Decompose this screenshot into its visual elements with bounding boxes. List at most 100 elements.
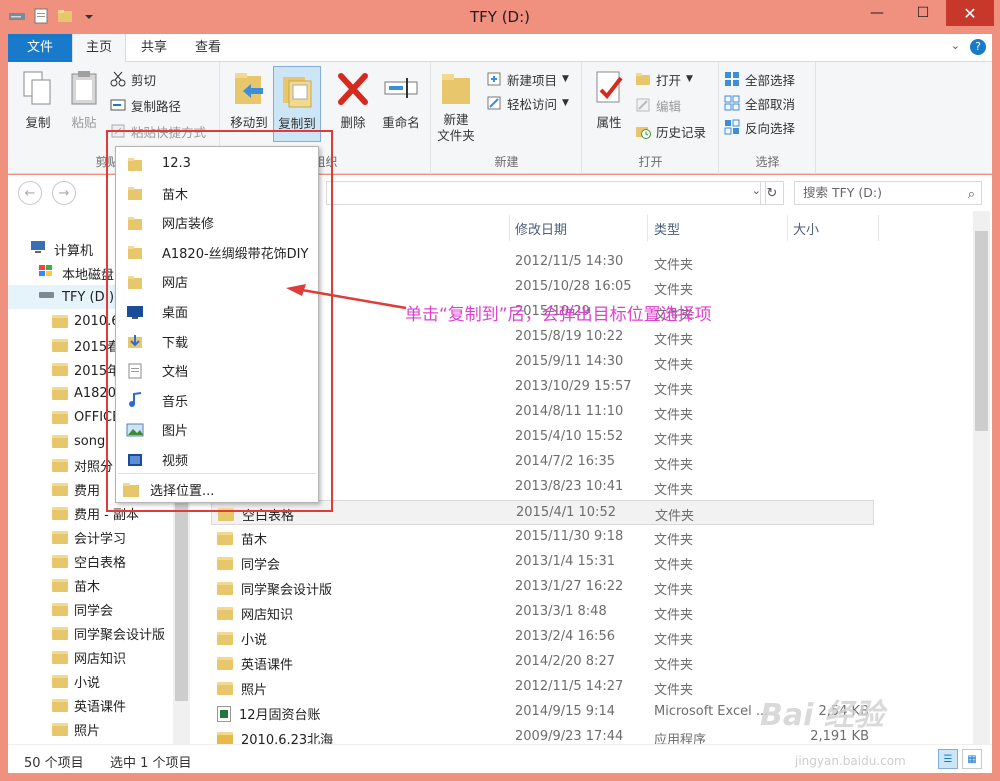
edit-button[interactable]: 编辑: [635, 94, 681, 116]
select-group: 全部选择 全部取消 反向选择 选择: [720, 62, 816, 174]
invert-selection-label: 反向选择: [745, 120, 796, 136]
folder-icon: [52, 554, 68, 568]
invert-selection-button[interactable]: 反向选择: [724, 116, 795, 138]
minimize-button[interactable]: —: [854, 0, 900, 26]
address-field[interactable]: ⌄: [326, 181, 766, 205]
move-to-icon: [231, 68, 267, 108]
search-input[interactable]: 搜索 TFY (D:) ⌕: [794, 181, 982, 205]
tab-file[interactable]: 文件: [8, 34, 72, 62]
column-header-type[interactable]: 类型: [654, 219, 680, 238]
select-none-button[interactable]: 全部取消: [724, 92, 795, 114]
tab-home[interactable]: 主页: [72, 34, 127, 63]
close-button[interactable]: ✕: [946, 0, 994, 26]
paste-icon: [66, 68, 102, 108]
file-type: 文件夹: [655, 509, 695, 524]
maximize-button[interactable]: ☐: [900, 0, 946, 26]
forward-button[interactable]: →: [52, 181, 76, 205]
table-row[interactable]: 网店知识 2013/3/1 8:48 文件夹: [211, 600, 874, 625]
nav-item-local-disk[interactable]: 本地磁盘: [38, 261, 114, 285]
file-type: 文件夹: [654, 333, 694, 348]
file-type: 文件夹: [654, 583, 694, 598]
new-group-label: 新建: [494, 155, 519, 169]
nav-item-folder[interactable]: song: [52, 429, 105, 453]
folder-icon: [52, 530, 68, 544]
nav-item-folder[interactable]: 对照分: [52, 453, 113, 477]
copy-path-icon: [110, 97, 126, 113]
file-name-label: 小说: [241, 633, 268, 648]
move-to-button[interactable]: 移动到: [225, 66, 273, 131]
copy-path-label: 复制路径: [131, 98, 182, 114]
new-item-label: 新建项目: [507, 72, 558, 88]
file-name: 苗木: [217, 529, 267, 548]
rename-button[interactable]: 重命名: [377, 66, 425, 131]
nav-item-folder[interactable]: 网店知识: [52, 645, 126, 669]
nav-item-folder[interactable]: 费用: [52, 477, 100, 501]
nav-item-folder[interactable]: 英语课件: [52, 693, 126, 717]
table-row[interactable]: 英语课件 2014/2/20 8:27 文件夹: [211, 650, 874, 675]
table-row[interactable]: 同学聚会设计版 2013/1/27 16:22 文件夹: [211, 575, 874, 600]
open-button[interactable]: 打开 ▼: [635, 68, 693, 90]
new-item-button[interactable]: 新建项目 ▼: [486, 68, 569, 90]
file-type: 文件夹: [654, 433, 694, 448]
delete-button[interactable]: 删除: [329, 66, 377, 131]
column-divider: [509, 215, 510, 241]
file-date: 2015/10/28 16:05: [515, 279, 632, 294]
easy-access-button[interactable]: 轻松访问 ▼: [486, 92, 569, 114]
nav-item-computer[interactable]: 计算机: [30, 237, 93, 261]
folder-icon: [52, 434, 68, 448]
table-row[interactable]: 苗木 2015/11/30 9:18 文件夹: [211, 525, 874, 550]
details-view-icon: ☰: [943, 753, 953, 765]
copy-button[interactable]: 复制: [14, 66, 62, 131]
annotation-arrow-icon: [286, 284, 407, 310]
chevron-down-icon[interactable]: ⌄: [951, 39, 960, 55]
cut-button[interactable]: 剪切: [110, 68, 156, 90]
search-placeholder: 搜索 TFY (D:): [803, 185, 882, 200]
help-icon[interactable]: ?: [970, 39, 986, 55]
history-button[interactable]: 历史记录: [635, 120, 706, 142]
back-button[interactable]: ←: [18, 181, 42, 205]
copy-path-button[interactable]: 复制路径: [110, 94, 181, 116]
file-type: 文件夹: [654, 408, 694, 423]
nav-item-folder[interactable]: 空白表格: [52, 549, 126, 573]
tab-share[interactable]: 共享: [128, 34, 180, 62]
column-header-size[interactable]: 大小: [793, 219, 819, 238]
nav-item-folder[interactable]: 小说: [52, 669, 100, 693]
nav-item-folder[interactable]: 同学会: [52, 597, 113, 621]
highlight-box: [106, 130, 333, 512]
excel-file-icon: [217, 705, 231, 722]
file-date: 2013/10/29 15:57: [515, 379, 632, 394]
file-name: 同学会: [217, 554, 280, 573]
edit-icon: [635, 97, 651, 113]
nav-item-folder[interactable]: 会计学习: [52, 525, 126, 549]
search-icon[interactable]: ⌕: [968, 184, 975, 206]
details-view-button[interactable]: ☰: [938, 749, 958, 769]
file-type: 文件夹: [654, 458, 694, 473]
folder-icon: [52, 482, 68, 496]
nav-item-folder[interactable]: 苗木: [52, 573, 100, 597]
file-type: 文件夹: [654, 483, 694, 498]
file-date: 2014/9/15 9:14: [515, 704, 615, 719]
folder-icon: [217, 532, 233, 545]
properties-button[interactable]: 属性: [585, 66, 633, 131]
file-list-scrollbar[interactable]: [973, 211, 990, 744]
table-row[interactable]: 小说 2013/2/4 16:56 文件夹: [211, 625, 874, 650]
refresh-button[interactable]: ↻: [760, 181, 784, 205]
computer-icon: [30, 240, 48, 258]
large-icons-view-button[interactable]: ▦: [962, 749, 982, 769]
file-list-scrollbar-thumb[interactable]: [975, 231, 988, 431]
file-date: 2015/4/10 15:52: [515, 429, 624, 444]
tab-view[interactable]: 查看: [182, 34, 234, 62]
file-name-label: 网店知识: [241, 608, 294, 623]
paste-button[interactable]: 粘贴: [60, 66, 108, 131]
column-header-date[interactable]: 修改日期: [515, 219, 567, 238]
new-folder-button[interactable]: 新建 文件夹: [434, 66, 478, 144]
nav-item-folder[interactable]: 照片: [52, 717, 100, 741]
properties-label: 属性: [596, 115, 622, 130]
file-name-label: 同学聚会设计版: [241, 583, 333, 598]
nav-label: 费用: [74, 483, 101, 499]
select-all-button[interactable]: 全部选择: [724, 68, 795, 90]
nav-item-folder[interactable]: 同学聚会设计版: [52, 621, 165, 645]
folder-icon: [217, 582, 233, 595]
table-row[interactable]: 同学会 2013/1/4 15:31 文件夹: [211, 550, 874, 575]
folder-icon: [438, 68, 474, 108]
